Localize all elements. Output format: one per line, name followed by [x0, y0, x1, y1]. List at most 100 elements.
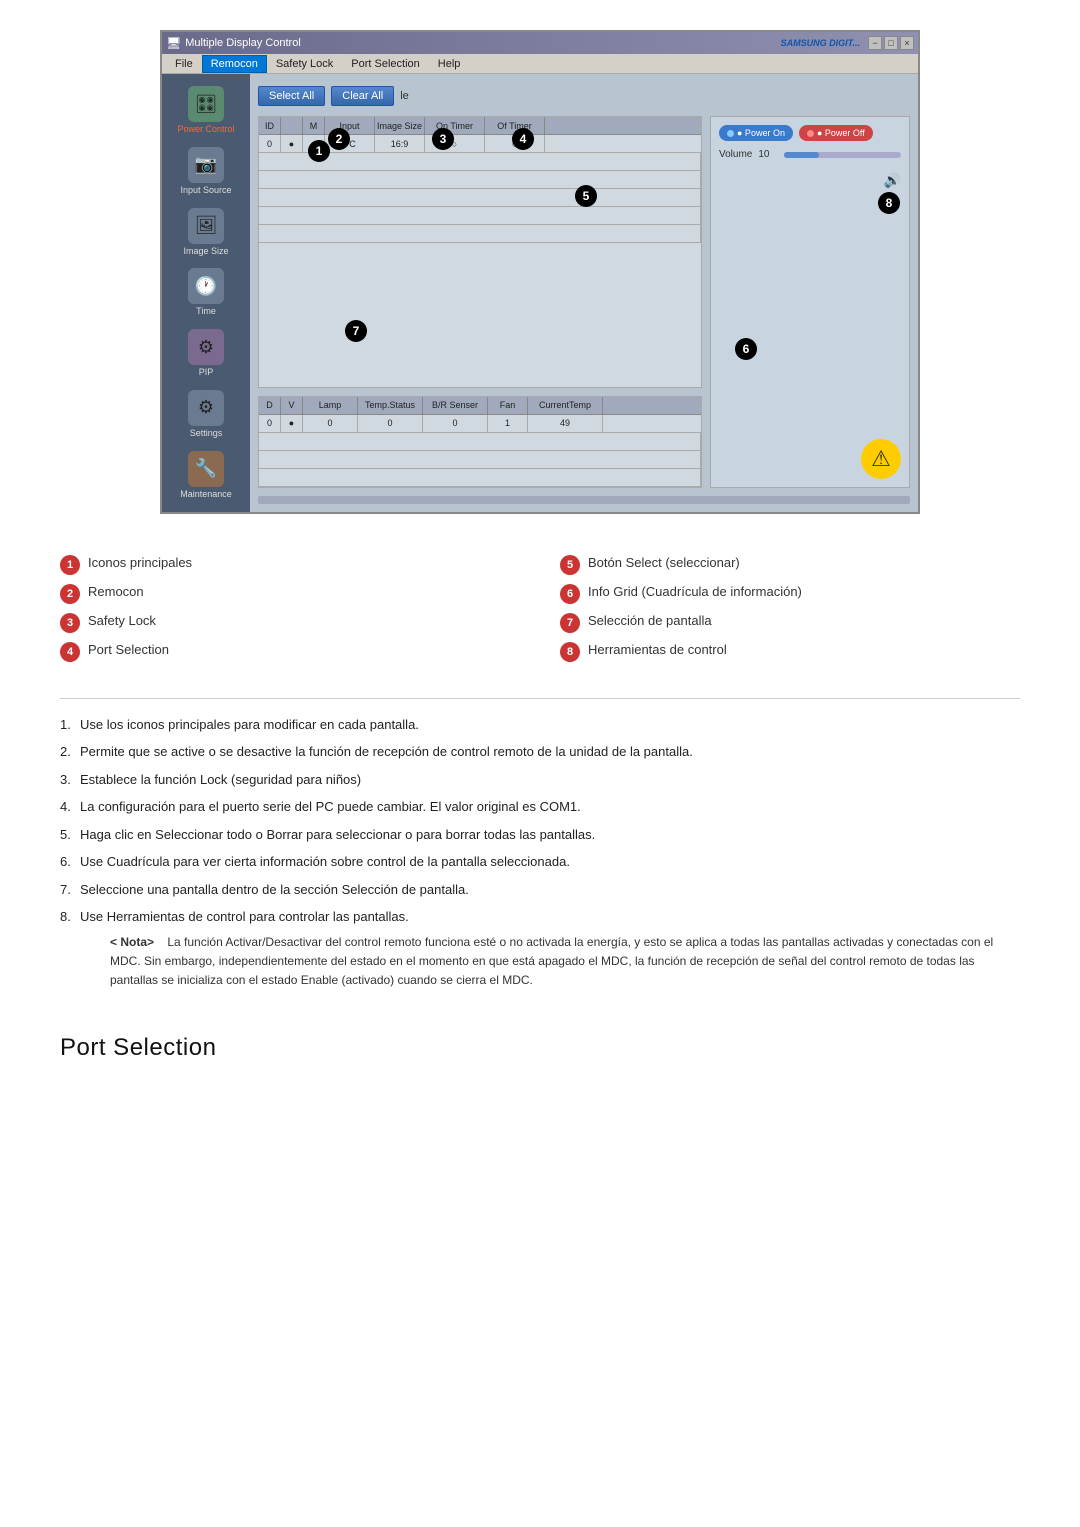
mdc-app-window: 🖥 Multiple Display Control SAMSUNG DIGIT…: [160, 30, 920, 514]
bottom-grid-row-empty-2: [259, 451, 701, 469]
cell-imgsize: 16:9: [375, 135, 425, 152]
col-header-check: [281, 117, 303, 134]
top-grid-row-empty-2: [259, 171, 701, 189]
select-all-button[interactable]: Select All: [258, 86, 325, 106]
bcell-fan: 1: [488, 415, 528, 432]
legend-text-4: Port Selection: [88, 641, 169, 659]
power-on-button[interactable]: ● Power On: [719, 125, 793, 141]
sidebar-item-input-source[interactable]: 📷 Input Source: [166, 143, 246, 200]
legend-text-5: Botón Select (seleccionar): [588, 554, 740, 572]
legend-num-5: 5: [560, 555, 580, 575]
col-header-imgsize: Image Size: [375, 117, 425, 134]
sidebar-settings-label: Settings: [190, 428, 223, 439]
number-badge-2: 2: [328, 128, 350, 150]
body-item-5: Haga clic en Seleccionar todo o Borrar p…: [60, 825, 1020, 845]
close-button[interactable]: ×: [900, 36, 914, 50]
sidebar-image-size-label: Image Size: [183, 246, 228, 257]
titlebar: 🖥 Multiple Display Control SAMSUNG DIGIT…: [162, 32, 918, 54]
sidebar-item-time[interactable]: 🕐 Time: [166, 264, 246, 321]
legend-section: 1 Iconos principales 2 Remocon 3 Safety …: [0, 534, 1080, 698]
col-header-m: M: [303, 117, 325, 134]
mdc-main-panel: Select All Clear All le ID: [250, 74, 918, 512]
bottom-grid-row-empty-3: [259, 469, 701, 487]
menu-file[interactable]: File: [166, 55, 202, 73]
legend-num-8: 8: [560, 642, 580, 662]
grids-container: ID M Input Image Size On Timer Of Timer: [258, 116, 702, 488]
menu-safety-lock[interactable]: Safety Lock: [267, 55, 342, 73]
volume-slider[interactable]: [784, 152, 901, 158]
body-item-2: Permite que se active o se desactive la …: [60, 742, 1020, 762]
legend-num-3: 3: [60, 613, 80, 633]
content-area: ID M Input Image Size On Timer Of Timer: [258, 116, 910, 488]
bcell-currenttemp: 49: [528, 415, 603, 432]
sidebar-item-power-control[interactable]: 🎛 Power Control: [166, 82, 246, 139]
legend-item-8: 8 Herramientas de control: [560, 641, 1020, 662]
bcol-header-fan: Fan: [488, 397, 528, 414]
volume-label: Volume: [719, 149, 752, 160]
col-header-id: ID: [259, 117, 281, 134]
body-item-7: Seleccione una pantalla dentro de la sec…: [60, 880, 1020, 900]
power-off-label: ● Power Off: [817, 128, 865, 138]
titlebar-left: 🖥 Multiple Display Control: [166, 36, 301, 50]
titlebar-controls: − □ ×: [868, 36, 914, 50]
legend-item-4: 4 Port Selection: [60, 641, 520, 662]
menubar: File Remocon Safety Lock Port Selection …: [162, 54, 918, 74]
cell-check: ●: [281, 135, 303, 152]
bcol-header-v: V: [281, 397, 303, 414]
power-off-button[interactable]: ● Power Off: [799, 125, 873, 141]
power-on-indicator: [727, 130, 734, 137]
mdc-window-wrapper: 1 2 3 4 5 6 7 8 🖥 Multiple Display Contr…: [160, 30, 920, 514]
legend-num-4: 4: [60, 642, 80, 662]
sidebar-item-image-size[interactable]: 🖼 Image Size: [166, 204, 246, 261]
legend-text-1: Iconos principales: [88, 554, 192, 572]
nota-block: < Nota> La función Activar/Desactivar de…: [110, 933, 1020, 991]
clear-all-button[interactable]: Clear All: [331, 86, 394, 106]
menu-help[interactable]: Help: [429, 55, 470, 73]
alert-row: ⚠: [719, 439, 901, 479]
alert-icon: ⚠: [861, 439, 901, 479]
legend-num-2: 2: [60, 584, 80, 604]
body-item-4: La configuración para el puerto serie de…: [60, 797, 1020, 817]
sidebar-maintenance-label: Maintenance: [180, 489, 232, 500]
speaker-icon: 🔊: [884, 172, 901, 189]
minimize-button[interactable]: −: [868, 36, 882, 50]
bcell-d: 0: [259, 415, 281, 432]
time-icon: 🕐: [188, 268, 224, 304]
legend-left: 1 Iconos principales 2 Remocon 3 Safety …: [60, 554, 520, 662]
legend-text-6: Info Grid (Cuadrícula de información): [588, 583, 802, 601]
power-off-indicator: [807, 130, 814, 137]
sidebar-input-source-label: Input Source: [180, 185, 231, 196]
volume-value: 10: [758, 149, 778, 160]
legend-num-7: 7: [560, 613, 580, 633]
menu-port-selection[interactable]: Port Selection: [342, 55, 428, 73]
legend-text-8: Herramientas de control: [588, 641, 727, 659]
menu-remocon[interactable]: Remocon: [202, 55, 267, 73]
top-grid-row-empty-3: [259, 189, 701, 207]
bcol-header-brsenser: B/R Senser: [423, 397, 488, 414]
settings-icon: ⚙: [188, 390, 224, 426]
bcell-tempstatus: 0: [358, 415, 423, 432]
sidebar-time-label: Time: [196, 306, 216, 317]
sidebar-power-control-label: Power Control: [177, 124, 234, 135]
bcol-header-currenttemp: CurrentTemp: [528, 397, 603, 414]
sidebar-item-maintenance[interactable]: 🔧 Maintenance: [166, 447, 246, 504]
top-grid-row-empty-4: [259, 207, 701, 225]
bottom-grid-row: 0 ● 0 0 0 1 49: [259, 415, 701, 433]
sidebar-item-settings[interactable]: ⚙ Settings: [166, 386, 246, 443]
number-badge-1: 1: [308, 140, 330, 162]
scrollbar[interactable]: [258, 496, 910, 504]
sidebar-item-pip[interactable]: ⚙ PIP: [166, 325, 246, 382]
legend-num-6: 6: [560, 584, 580, 604]
legend-item-2: 2 Remocon: [60, 583, 520, 604]
maximize-button[interactable]: □: [884, 36, 898, 50]
body-item-6: Use Cuadrícula para ver cierta informaci…: [60, 852, 1020, 872]
bottom-grid-row-empty-1: [259, 433, 701, 451]
legend-text-2: Remocon: [88, 583, 144, 601]
number-badge-7: 7: [345, 320, 367, 342]
power-control-icon: 🎛: [188, 86, 224, 122]
pip-icon: ⚙: [188, 329, 224, 365]
power-buttons-row: ● Power On ● Power Off: [719, 125, 901, 141]
body-list: Use los iconos principales para modifica…: [60, 715, 1020, 991]
toolbar-suffix: le: [400, 90, 409, 102]
number-badge-4: 4: [512, 128, 534, 150]
